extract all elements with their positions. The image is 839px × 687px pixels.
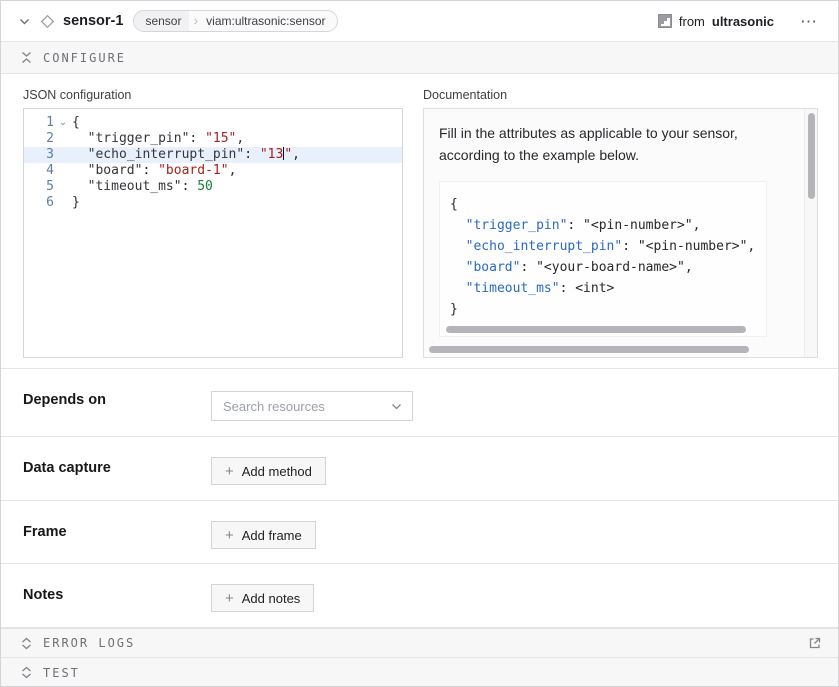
add-notes-button[interactable]: + Add notes xyxy=(211,584,314,612)
documentation-intro-text: Fill in the attributes as applicable to … xyxy=(439,122,787,166)
data-capture-label: Data capture xyxy=(23,457,211,476)
from-module-info: from ultrasonic xyxy=(658,14,774,29)
badge-model: viam:ultrasonic:sensor xyxy=(202,14,336,28)
add-method-button-label: Add method xyxy=(242,464,312,479)
add-frame-button-label: Add frame xyxy=(242,528,302,543)
editor-line[interactable]: 6} xyxy=(24,195,402,211)
module-icon xyxy=(658,14,672,28)
documentation-content: Fill in the attributes as applicable to … xyxy=(424,109,804,357)
documentation-scrollbar-track[interactable] xyxy=(804,109,817,357)
overflow-menu-button[interactable]: ⋯ xyxy=(796,11,822,32)
notes-label: Notes xyxy=(23,584,211,603)
add-frame-button[interactable]: + Add frame xyxy=(211,521,316,549)
documentation-panel: Fill in the attributes as applicable to … xyxy=(423,108,818,358)
data-capture-row: Data capture + Add method xyxy=(1,437,838,501)
expand-section-icon[interactable] xyxy=(21,666,32,679)
fold-gutter xyxy=(54,131,72,147)
add-method-button[interactable]: + Add method xyxy=(211,457,326,485)
component-type-badge: sensor › viam:ultrasonic:sensor xyxy=(133,10,337,32)
documentation-code-example: { "trigger_pin": "<pin-number>", "echo_i… xyxy=(439,181,767,337)
component-header: sensor-1 sensor › viam:ultrasonic:sensor… xyxy=(1,1,838,42)
sensor-diamond-icon xyxy=(40,14,55,29)
code-example-horizontal-scrollbar[interactable] xyxy=(446,326,746,333)
doc-code-line: { xyxy=(450,194,766,215)
open-external-icon[interactable] xyxy=(808,636,822,650)
test-section-bar[interactable]: TEST xyxy=(1,657,838,687)
from-label: from xyxy=(679,14,705,29)
fold-gutter xyxy=(54,163,72,179)
frame-label: Frame xyxy=(23,521,211,540)
collapse-chevron-icon[interactable] xyxy=(15,14,34,29)
code-text: } xyxy=(72,195,402,211)
fold-gutter xyxy=(54,195,72,211)
fold-gutter xyxy=(54,147,72,163)
collapse-section-icon[interactable] xyxy=(21,51,32,64)
fold-gutter xyxy=(54,179,72,195)
notes-row: Notes + Add notes xyxy=(1,564,838,628)
doc-code-line: "echo_interrupt_pin": "<pin-number>", xyxy=(450,236,766,257)
doc-code-line: "timeout_ms": <int> xyxy=(450,278,766,299)
editor-line[interactable]: 4 "board": "board-1", xyxy=(24,163,402,179)
component-name: sensor-1 xyxy=(63,13,123,29)
code-text: "echo_interrupt_pin": "13", xyxy=(72,147,402,163)
editor-line[interactable]: 5 "timeout_ms": 50 xyxy=(24,179,402,195)
documentation-label: Documentation xyxy=(423,88,818,102)
line-number: 1 xyxy=(24,115,54,131)
configure-section-label: CONFIGURE xyxy=(43,51,126,65)
json-configuration-label: JSON configuration xyxy=(23,88,403,102)
configure-content: JSON configuration 1⌄{2 "trigger_pin": "… xyxy=(1,74,838,369)
badge-type: sensor xyxy=(134,11,189,31)
line-number: 6 xyxy=(24,195,54,211)
doc-code-line: } xyxy=(450,299,766,320)
line-number: 4 xyxy=(24,163,54,179)
badge-separator-icon: › xyxy=(189,12,202,30)
depends-on-row: Depends on Search resources xyxy=(1,369,838,437)
plus-icon: + xyxy=(225,464,234,479)
plus-icon: + xyxy=(225,528,234,543)
line-number: 3 xyxy=(24,147,54,163)
editor-line[interactable]: 1⌄{ xyxy=(24,115,402,131)
line-number: 2 xyxy=(24,131,54,147)
from-module-name: ultrasonic xyxy=(712,14,774,29)
code-text: { xyxy=(72,115,402,131)
code-text: "timeout_ms": 50 xyxy=(72,179,402,195)
configure-section-bar[interactable]: CONFIGURE xyxy=(1,42,838,74)
depends-on-placeholder: Search resources xyxy=(223,399,391,414)
editor-line[interactable]: 2 "trigger_pin": "15", xyxy=(24,131,402,147)
test-section-label: TEST xyxy=(43,666,80,680)
expand-section-icon[interactable] xyxy=(21,637,32,650)
documentation-vertical-scrollbar[interactable] xyxy=(808,113,815,199)
error-logs-section-label: ERROR LOGS xyxy=(43,636,135,650)
doc-code-line: "trigger_pin": "<pin-number>", xyxy=(450,215,766,236)
documentation-horizontal-scrollbar[interactable] xyxy=(429,346,749,353)
error-logs-section-bar[interactable]: ERROR LOGS xyxy=(1,628,838,657)
depends-on-select[interactable]: Search resources xyxy=(211,391,413,421)
doc-code-line: "board": "<your-board-name>", xyxy=(450,257,766,278)
plus-icon: + xyxy=(225,591,234,606)
code-text: "board": "board-1", xyxy=(72,163,402,179)
line-number: 5 xyxy=(24,179,54,195)
code-text: "trigger_pin": "15", xyxy=(72,131,402,147)
editor-line[interactable]: 3 "echo_interrupt_pin": "13", xyxy=(24,147,402,163)
depends-on-label: Depends on xyxy=(23,389,211,408)
chevron-down-icon xyxy=(391,403,402,410)
json-code-editor[interactable]: 1⌄{2 "trigger_pin": "15",3 "echo_interru… xyxy=(23,108,403,358)
component-card: sensor-1 sensor › viam:ultrasonic:sensor… xyxy=(0,0,839,687)
fold-chevron-icon[interactable]: ⌄ xyxy=(54,115,72,131)
add-notes-button-label: Add notes xyxy=(242,591,301,606)
frame-row: Frame + Add frame xyxy=(1,501,838,564)
